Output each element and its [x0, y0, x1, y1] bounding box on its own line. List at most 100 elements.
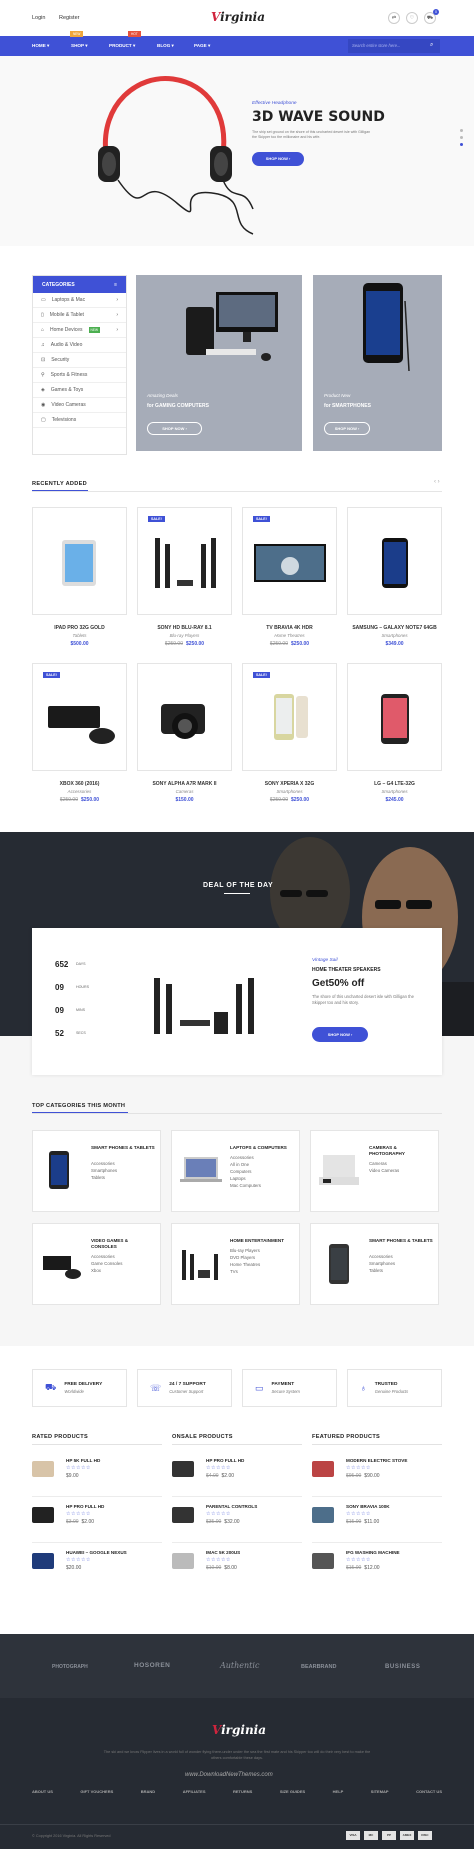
category-card[interactable]: SMART PHONES & TABLETS Accessories Smartph…	[32, 1130, 161, 1212]
category-sub-link[interactable]: Home Theatres	[230, 1262, 260, 1267]
nav-home[interactable]: HOME ▾	[32, 43, 49, 49]
slider-dot-active[interactable]	[460, 143, 463, 146]
list-thumb[interactable]	[32, 1461, 54, 1477]
footer-link[interactable]: GIFT VOUCHERS	[80, 1789, 113, 1794]
category-sub-link[interactable]: Cameras	[369, 1161, 387, 1166]
list-thumb[interactable]	[312, 1553, 334, 1569]
category-card-title[interactable]: SMART PHONES & TABLETS	[369, 1238, 433, 1244]
banner-gaming[interactable]: Amazing Deals for GAMING COMPUTERS SHOP …	[136, 275, 302, 451]
category-sub-link[interactable]: Accessories	[230, 1155, 254, 1160]
category-sub-link[interactable]: Mac Computers	[230, 1183, 261, 1188]
category-card-title[interactable]: HOME ENTERTAINMENT	[230, 1238, 294, 1244]
footer-link[interactable]: HELP	[333, 1789, 344, 1794]
login-link[interactable]: Login	[32, 15, 45, 21]
slider-dot[interactable]	[460, 136, 463, 139]
search-bar[interactable]: Search entire store here... ⌕	[348, 39, 440, 53]
category-sub-link[interactable]: Computers	[230, 1169, 251, 1174]
category-sub-link[interactable]: All in One	[230, 1162, 249, 1167]
banner-shop-button[interactable]: SHOP NOW ›	[324, 422, 370, 435]
footer-link[interactable]: BRAND	[141, 1789, 155, 1794]
wishlist-heart-icon[interactable]: ♡	[406, 12, 418, 24]
category-sub-link[interactable]: Accessories	[369, 1254, 393, 1259]
slider-dot[interactable]	[460, 129, 463, 132]
product-name[interactable]: SONY HD BLU-RAY 8.1	[137, 625, 232, 631]
category-sub-link[interactable]: Video Cameras	[369, 1168, 399, 1173]
category-card[interactable]: LAPTOPS & COMPUTERS Accessories All in One…	[171, 1130, 300, 1212]
category-item[interactable]: ⌂ Home Devices NEW ›	[33, 323, 126, 338]
product-name[interactable]: XBOX 360 (2016)	[32, 781, 127, 787]
product-card[interactable]: SALE!	[242, 663, 337, 771]
footer-link[interactable]: AFFILIATES	[183, 1789, 206, 1794]
banner-shop-button[interactable]: SHOP NOW ›	[147, 422, 202, 435]
category-item[interactable]: ♫ Audio & Video	[33, 338, 126, 353]
list-product-name[interactable]: IFG WASHING MACHINE	[346, 1550, 400, 1555]
product-name[interactable]: SONY ALPHA A7R MARK II	[137, 781, 232, 787]
category-item[interactable]: ⚲ Sports & Fitness	[33, 368, 126, 383]
category-card-title[interactable]: SMART PHONES & TABLETS	[91, 1145, 155, 1151]
category-sub-link[interactable]: Tablets	[369, 1268, 383, 1273]
product-name[interactable]: SONY XPERIA X 32G	[242, 781, 337, 787]
list-product-name[interactable]: HUAWEI – GOOGLE NEXUS	[66, 1550, 127, 1555]
search-input[interactable]: Search entire store here...	[352, 43, 400, 48]
list-product-name[interactable]: PARENTAL CONTROLS	[206, 1504, 257, 1509]
nav-shop[interactable]: SHOP ▾	[71, 43, 88, 49]
list-thumb[interactable]	[172, 1553, 194, 1569]
product-card[interactable]	[347, 663, 442, 771]
category-card-title[interactable]: LAPTOPS & COMPUTERS	[230, 1145, 294, 1151]
nav-product[interactable]: PRODUCT ▾	[109, 43, 135, 49]
category-card[interactable]: CAMERAS & PHOTOGRAPHY Cameras Video Camera…	[310, 1130, 439, 1212]
carousel-arrows[interactable]: ‹ ›	[434, 479, 440, 485]
brand-logo[interactable]: HOSOREN	[134, 1662, 170, 1669]
categories-header[interactable]: CATEGORIES ≡	[33, 276, 126, 293]
category-item[interactable]: ▢ Televisions	[33, 413, 126, 428]
category-item[interactable]: ▯ Mobile & Tablet ›	[33, 308, 126, 323]
brand-logo[interactable]: BEARBRAND	[301, 1664, 336, 1670]
hero-shop-button[interactable]: SHOP NOW ›	[252, 152, 304, 166]
list-thumb[interactable]	[32, 1507, 54, 1523]
list-product-name[interactable]: HP 5K FULL HD	[66, 1458, 100, 1463]
category-item[interactable]: ▭ Laptops & Mac ›	[33, 293, 126, 308]
brand-logo[interactable]: Authentic	[220, 1661, 259, 1670]
footer-link[interactable]: RETURNS	[233, 1789, 252, 1794]
category-item[interactable]: ◉ Video Cameras	[33, 398, 126, 413]
category-card-title[interactable]: VIDEO GAMES & CONSOLES	[91, 1238, 155, 1250]
list-thumb[interactable]	[172, 1507, 194, 1523]
product-name[interactable]: TV BRAVIA 4K HDR	[242, 625, 337, 631]
category-card-title[interactable]: CAMERAS & PHOTOGRAPHY	[369, 1145, 433, 1157]
footer-link[interactable]: ABOUT US	[32, 1789, 53, 1794]
category-sub-link[interactable]: Smartphones	[91, 1168, 117, 1173]
category-card[interactable]: VIDEO GAMES & CONSOLES Accessories Game Co…	[32, 1223, 161, 1305]
product-card[interactable]: SALE!	[32, 663, 127, 771]
footer-link[interactable]: SITEMAP	[371, 1789, 389, 1794]
category-sub-link[interactable]: Blu-ray Players	[230, 1248, 260, 1253]
product-card[interactable]	[32, 507, 127, 615]
category-item[interactable]: ◈ Games & Toys	[33, 383, 126, 398]
category-card[interactable]: SMART PHONES & TABLETS Accessories Smartph…	[310, 1223, 439, 1305]
list-product-name[interactable]: SONY BRAVIA 100K	[346, 1504, 390, 1509]
list-product-name[interactable]: IMAC 5K 200US	[206, 1550, 240, 1555]
search-icon[interactable]: ⌕	[430, 42, 433, 49]
footer-logo[interactable]: Virginia	[212, 1723, 266, 1737]
product-name[interactable]: SAMSUNG – GALAXY NOTE7 64GB	[347, 625, 442, 631]
category-sub-link[interactable]: Tablets	[91, 1175, 105, 1180]
footer-link[interactable]: SIZE GUIDES	[280, 1789, 305, 1794]
category-sub-link[interactable]: Smartphones	[369, 1261, 395, 1266]
brand-logo[interactable]: BUSINESS	[385, 1664, 420, 1670]
category-sub-link[interactable]: Accessories	[91, 1254, 115, 1259]
list-product-name[interactable]: HP PRO FULL HD	[206, 1458, 244, 1463]
product-name[interactable]: LG – G4 LTE-32G	[347, 781, 442, 787]
nav-page[interactable]: PAGE ▾	[194, 43, 210, 49]
category-item[interactable]: ⊡ Security	[33, 353, 126, 368]
category-sub-link[interactable]: TVs	[230, 1269, 238, 1274]
deal-shop-button[interactable]: SHOP NOW ›	[312, 1027, 368, 1042]
product-card[interactable]	[347, 507, 442, 615]
footer-link[interactable]: CONTACT US	[416, 1789, 442, 1794]
category-card[interactable]: HOME ENTERTAINMENT Blu-ray Players DVD Pla…	[171, 1223, 300, 1305]
category-sub-link[interactable]: Accessories	[91, 1161, 115, 1166]
category-sub-link[interactable]: Laptops	[230, 1176, 246, 1181]
list-product-name[interactable]: HP PRO FULL HD	[66, 1504, 104, 1509]
category-sub-link[interactable]: Game Consoles	[91, 1261, 122, 1266]
list-thumb[interactable]	[172, 1461, 194, 1477]
register-link[interactable]: Register	[59, 15, 79, 21]
list-product-name[interactable]: MODERN ELECTRIC STOVE	[346, 1458, 407, 1463]
